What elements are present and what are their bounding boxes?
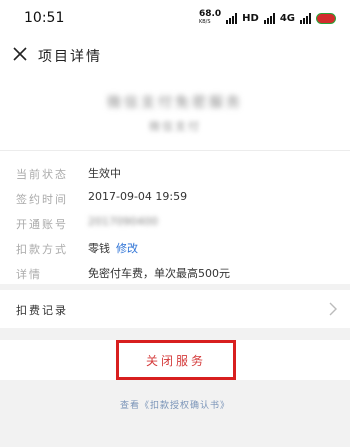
detail-value: 零钱	[88, 242, 110, 255]
battery-icon	[316, 12, 336, 24]
detail-row-status: 当前状态 生效中	[16, 163, 338, 183]
detail-row-payment-method: 扣款方式 零钱 修改	[16, 238, 338, 258]
service-subtitle: 微信支付	[149, 120, 201, 133]
close-service-button[interactable]: 关闭服务	[116, 340, 236, 380]
detail-row-description: 详情 免密付车费，单次最高500元	[16, 263, 338, 283]
status-time: 10:51	[24, 10, 65, 26]
detail-value: 2017090400	[88, 215, 158, 228]
details-card: 当前状态 生效中 签约时间 2017-09-04 19:59 开通账号 2017…	[0, 150, 350, 284]
status-bar: 10:51 68.0 KB/S HD 4G	[0, 0, 350, 38]
network-speed: 68.0 KB/S	[199, 10, 221, 26]
signal-icon	[226, 12, 238, 24]
records-label: 扣费记录	[16, 304, 68, 317]
close-icon[interactable]	[12, 46, 28, 62]
network-type: 4G	[279, 12, 295, 24]
service-header: 微信支付免密服务 微信支付	[0, 72, 350, 150]
status-indicators: 68.0 KB/S HD 4G	[199, 10, 336, 26]
detail-label: 当前状态	[16, 168, 68, 181]
deduction-records-row[interactable]: 扣费记录	[0, 290, 350, 328]
signal-icon-tertiary	[300, 12, 311, 24]
detail-value: 生效中	[88, 167, 121, 180]
detail-value-group: 零钱 修改	[88, 240, 138, 256]
signal-icon-secondary	[263, 12, 275, 24]
service-name: 微信支付免密服务	[107, 95, 243, 111]
page-title: 项目详情	[38, 49, 102, 65]
detail-label: 扣款方式	[16, 243, 68, 256]
chevron-right-icon	[329, 302, 337, 316]
nav-bar: 项目详情	[0, 38, 350, 72]
detail-value: 2017-09-04 19:59	[88, 190, 188, 203]
detail-row-sign-time: 签约时间 2017-09-04 19:59	[16, 188, 338, 208]
detail-label: 详情	[16, 268, 42, 281]
authorization-letter-link[interactable]: 查看《扣款授权确认书》	[0, 398, 350, 411]
hd-badge: HD	[242, 12, 259, 24]
network-speed-value: 68.0	[198, 9, 222, 19]
detail-row-account: 开通账号 2017090400	[16, 213, 338, 233]
modify-payment-link[interactable]: 修改	[116, 242, 138, 255]
detail-label: 签约时间	[16, 193, 68, 206]
close-service-area: 关闭服务	[0, 340, 350, 380]
detail-value: 免密付车费，单次最高500元	[88, 267, 230, 280]
network-speed-unit: KB/S	[198, 19, 211, 25]
detail-label: 开通账号	[16, 218, 68, 231]
